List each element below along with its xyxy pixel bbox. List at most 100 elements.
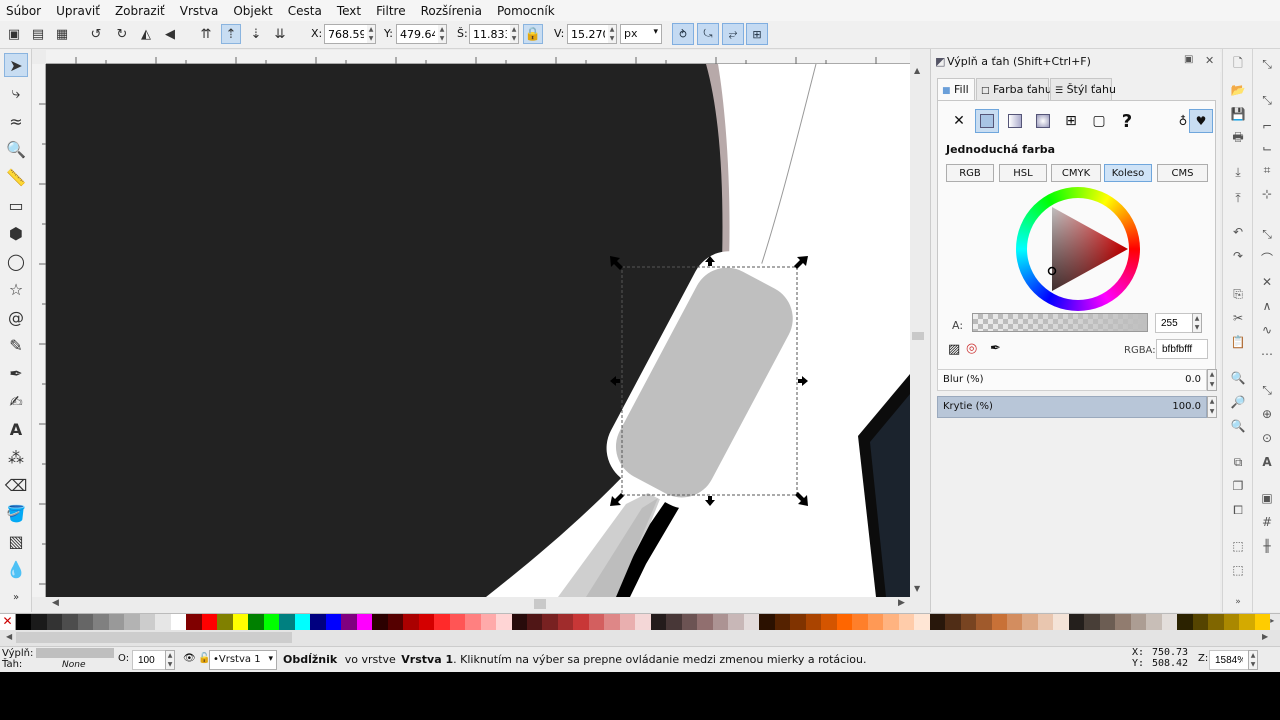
linear-gradient-icon[interactable] xyxy=(1003,109,1027,133)
tab-fill[interactable]: ■ Fill xyxy=(937,78,975,100)
menu-object[interactable]: Objekt xyxy=(233,4,272,18)
color-picker-icon[interactable]: ✒ xyxy=(990,341,1001,356)
radial-gradient-icon[interactable] xyxy=(1031,109,1055,133)
swatch[interactable] xyxy=(883,614,899,630)
menu-view[interactable]: Zobraziť xyxy=(115,4,165,18)
swatch[interactable] xyxy=(852,614,868,630)
swatch[interactable] xyxy=(1037,614,1054,630)
snap-toggle-icon[interactable]: ⤡ xyxy=(1258,55,1276,73)
swatch[interactable] xyxy=(217,614,233,630)
swatch[interactable] xyxy=(681,614,698,630)
text-tool-icon[interactable]: A xyxy=(4,417,28,441)
swatch[interactable] xyxy=(929,614,946,630)
gradient-tool-icon[interactable]: ▧ xyxy=(4,529,28,553)
layer-visibility-icon[interactable]: 👁 xyxy=(183,653,196,664)
cut-icon[interactable]: ✂ xyxy=(1229,309,1247,327)
opacity-slider[interactable]: Krytie (%) 100.0 xyxy=(937,396,1207,418)
swatch[interactable] xyxy=(496,614,512,630)
swatch[interactable] xyxy=(712,614,729,630)
swatch[interactable] xyxy=(542,614,558,630)
select-all-layers-icon[interactable]: ▤ xyxy=(28,24,48,44)
snap-bbox-edge-icon[interactable]: ⌐ xyxy=(1258,117,1276,135)
calligraphy-tool-icon[interactable]: ✍ xyxy=(4,389,28,413)
paste-icon[interactable]: 📋 xyxy=(1229,333,1247,351)
menu-filters[interactable]: Filtre xyxy=(376,4,405,18)
rotate-cw-icon[interactable]: ↻ xyxy=(112,24,132,44)
ellipse-tool-icon[interactable]: ◯ xyxy=(4,249,28,273)
alpha-slider[interactable] xyxy=(972,313,1148,332)
duplicate-icon[interactable]: ⧉ xyxy=(1229,453,1247,471)
close-icon[interactable]: ✕ xyxy=(1205,54,1214,67)
dock-iconify-icon[interactable]: ▣ xyxy=(1184,54,1193,65)
color-wheel[interactable] xyxy=(1016,187,1140,311)
swatch[interactable] xyxy=(697,614,713,630)
height-field[interactable] xyxy=(567,24,609,44)
zoom-field[interactable] xyxy=(1209,650,1249,670)
snap-bbox-center-icon[interactable]: ⊹ xyxy=(1258,185,1276,203)
swatch[interactable] xyxy=(356,614,373,630)
lower-icon[interactable]: ⇣ xyxy=(246,24,266,44)
spray-tool-icon[interactable]: ⁂ xyxy=(4,445,28,469)
menu-extensions[interactable]: Rozšírenia xyxy=(421,4,482,18)
open-icon[interactable]: 📂 xyxy=(1229,81,1247,99)
scroll-thumb[interactable] xyxy=(16,632,292,643)
swatch[interactable] xyxy=(108,614,125,630)
swatch[interactable] xyxy=(124,614,140,630)
snap-bbox-corner-icon[interactable]: ⌙ xyxy=(1258,139,1276,157)
import-icon[interactable]: ⤓ xyxy=(1229,163,1247,181)
swatch[interactable] xyxy=(635,614,651,630)
swatch[interactable] xyxy=(155,614,171,630)
swatch[interactable] xyxy=(1099,614,1116,630)
snap-intersection-icon[interactable]: ✕ xyxy=(1258,273,1276,291)
y-spinner[interactable]: ▲ ▼ xyxy=(438,24,447,44)
drawing-canvas[interactable] xyxy=(46,64,910,597)
color-triangle[interactable] xyxy=(1016,187,1140,311)
swatch[interactable] xyxy=(526,614,543,630)
lock-ratio-icon[interactable]: 🔒 xyxy=(523,24,543,44)
snap-rotation-center-icon[interactable]: ⊙ xyxy=(1258,429,1276,447)
swatch[interactable] xyxy=(310,614,326,630)
swatch[interactable] xyxy=(465,614,481,630)
scroll-right-icon[interactable]: ▶ xyxy=(1262,632,1268,641)
swatch-black[interactable] xyxy=(16,614,32,630)
opacity-status-spinner[interactable]: ▲ ▼ xyxy=(165,650,175,670)
flip-horizontal-icon[interactable]: ◭ xyxy=(136,24,156,44)
snap-bbox-icon[interactable]: ⤡ xyxy=(1258,91,1276,109)
swatch[interactable] xyxy=(898,614,915,630)
swatch[interactable] xyxy=(1146,614,1162,630)
palette-menu-icon[interactable]: ▸ xyxy=(1270,614,1280,630)
snap-center-icon[interactable]: ⊕ xyxy=(1258,405,1276,423)
height-spinner[interactable]: ▲ ▼ xyxy=(608,24,617,44)
no-color-swatch[interactable]: ✕ xyxy=(0,614,16,630)
menu-layer[interactable]: Vrstva xyxy=(180,4,219,18)
snap-path-icon[interactable]: ⌒ xyxy=(1258,249,1276,267)
unset-paint-icon[interactable]: ? xyxy=(1115,109,1139,133)
menu-file[interactable]: Súbor xyxy=(6,4,41,18)
dropper-tool-icon[interactable]: 💧 xyxy=(4,557,28,581)
swatch[interactable] xyxy=(387,614,404,630)
snap-bbox-midpoint-icon[interactable]: ⌗ xyxy=(1258,161,1276,179)
layer-select[interactable]: •Vrstva 1 ▾ xyxy=(209,650,277,670)
menu-path[interactable]: Cesta xyxy=(288,4,322,18)
swatch[interactable] xyxy=(619,614,636,630)
swatch[interactable] xyxy=(1177,614,1193,630)
tab-stroke-style[interactable]: ☰ Štýl ťahu xyxy=(1050,78,1116,100)
pencil-tool-icon[interactable]: ✎ xyxy=(4,333,28,357)
swatch[interactable] xyxy=(1053,614,1069,630)
mode-cms-button[interactable]: CMS xyxy=(1157,164,1208,182)
swatch[interactable] xyxy=(418,614,435,630)
snap-grid-icon[interactable]: # xyxy=(1258,513,1276,531)
pen-tool-icon[interactable]: ✒ xyxy=(4,361,28,385)
export-icon[interactable]: ⤒ xyxy=(1229,189,1247,207)
pattern-icon[interactable]: ▢ xyxy=(1087,109,1111,133)
mode-rgb-button[interactable]: RGB xyxy=(946,164,994,182)
x-field[interactable] xyxy=(324,24,368,44)
width-spinner[interactable]: ▲ ▼ xyxy=(510,24,519,44)
rotate-ccw-icon[interactable]: ↺ xyxy=(86,24,106,44)
scroll-down-icon[interactable]: ▼ xyxy=(914,584,920,593)
flat-color-icon[interactable] xyxy=(975,109,999,133)
more-tools-icon[interactable]: » xyxy=(4,585,28,609)
swatch[interactable] xyxy=(588,614,605,630)
swatch[interactable] xyxy=(1022,614,1038,630)
fill-indicator-swatch[interactable] xyxy=(36,648,114,658)
